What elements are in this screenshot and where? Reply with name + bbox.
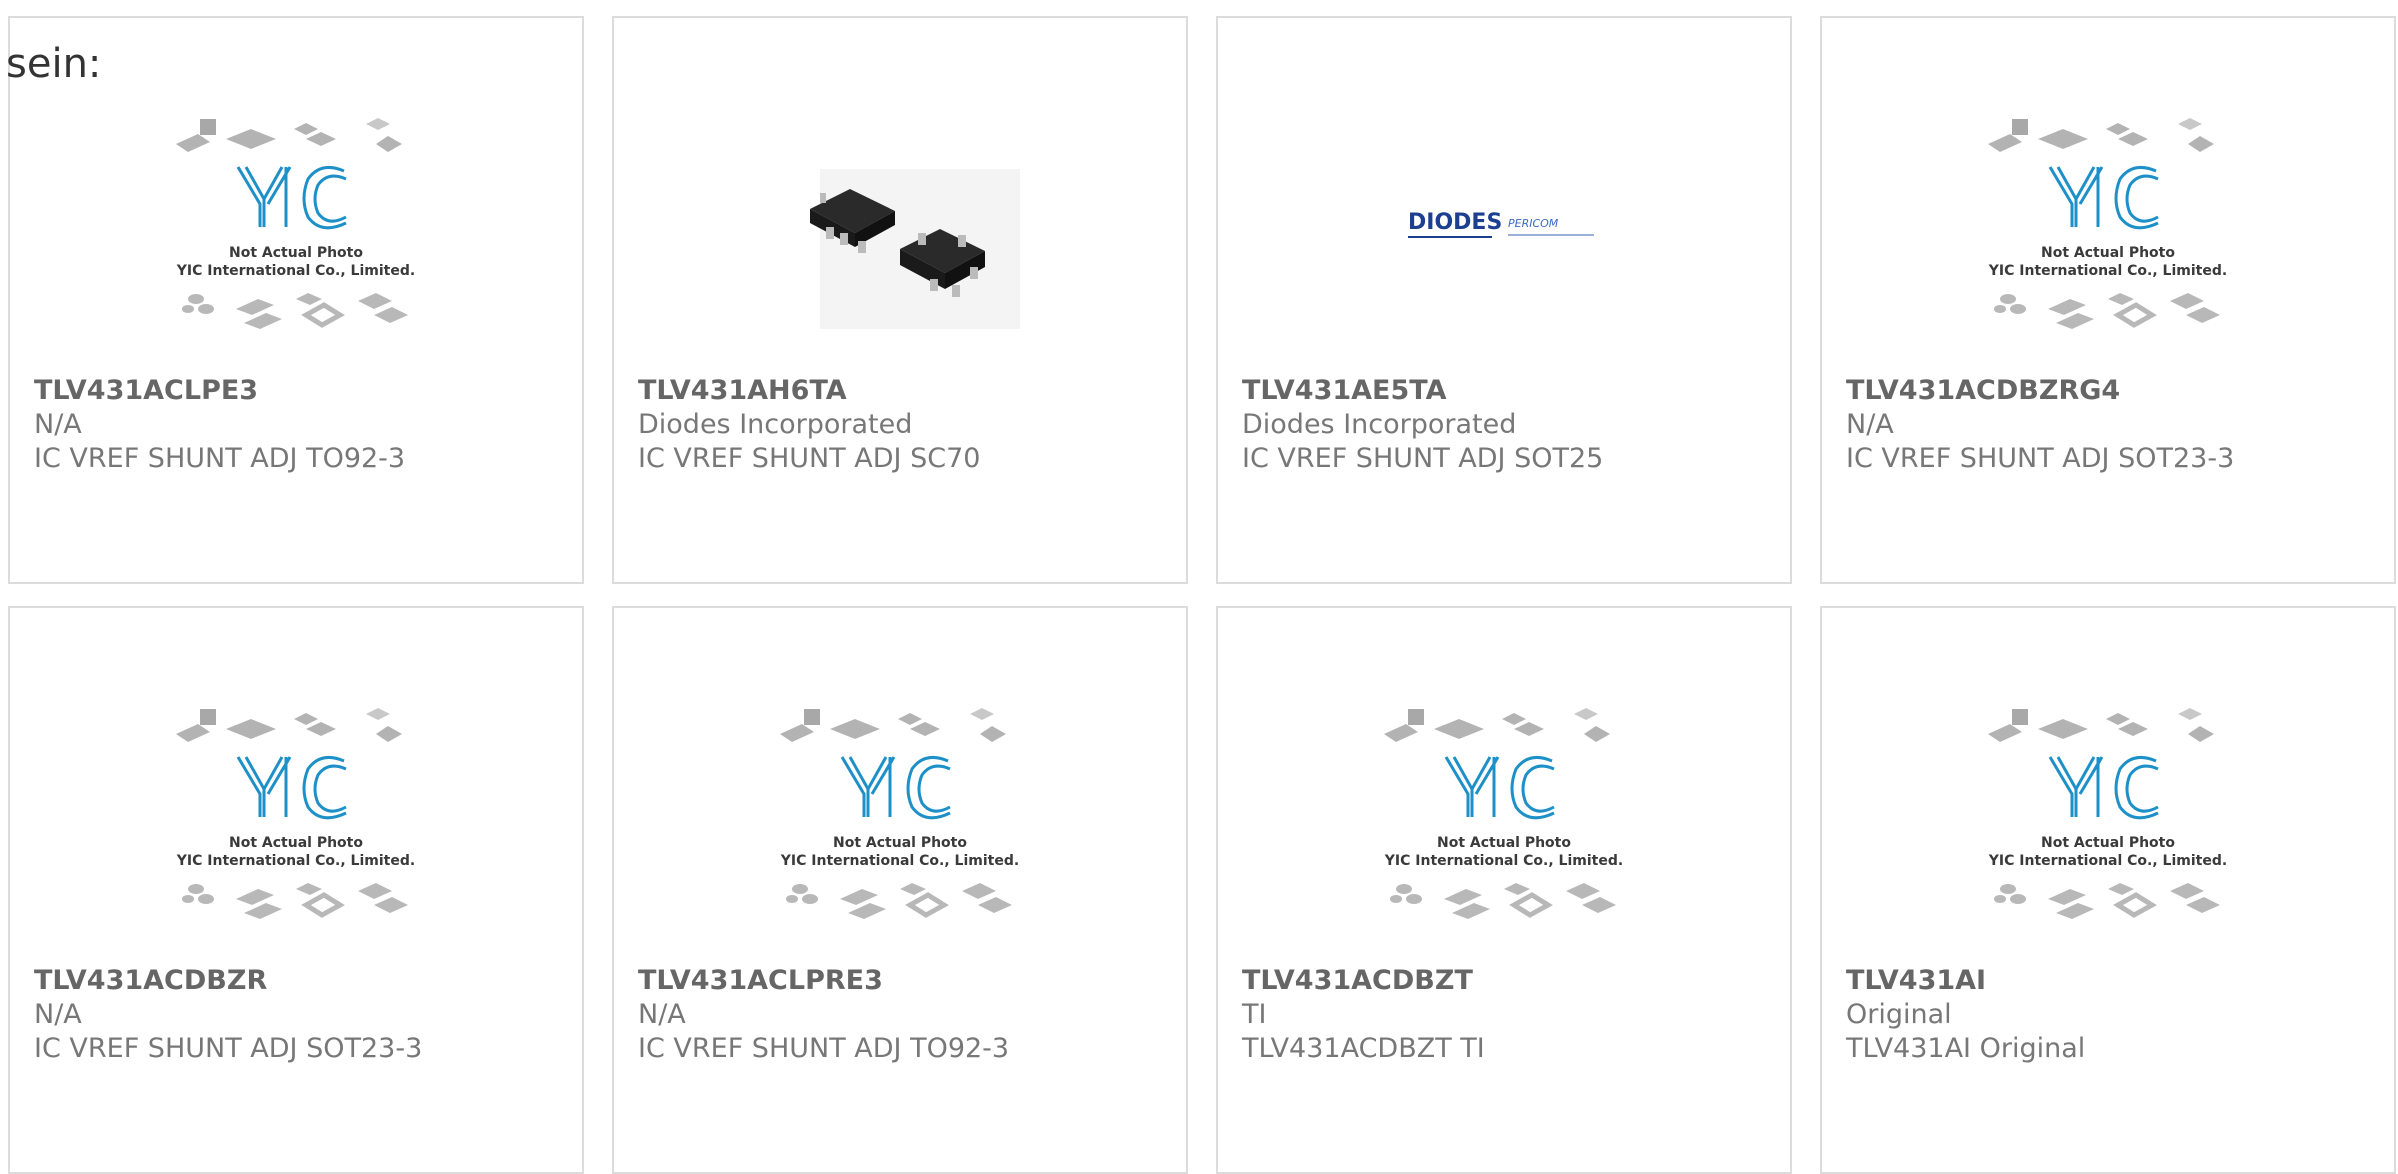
product-image-placeholder[interactable]: Not Actual Photo YIC International Co., …	[1822, 94, 2394, 364]
pericom-logo-text: PERICOM	[1508, 217, 1559, 230]
description-label: IC VREF SHUNT ADJ SOT23-3	[1846, 443, 2235, 474]
product-image-placeholder[interactable]: Not Actual Photo YIC International Co., …	[10, 684, 582, 954]
part-number-link[interactable]: TLV431AH6TA	[638, 374, 1166, 408]
part-number-link[interactable]: TLV431ACDBZR	[34, 964, 562, 998]
placeholder-line2: YIC International Co., Limited.	[176, 853, 415, 869]
product-image-placeholder[interactable]: Not Actual Photo YIC International Co., …	[10, 94, 582, 364]
product-image-placeholder[interactable]: Not Actual Photo YIC International Co., …	[614, 684, 1186, 954]
description-label: TLV431ACDBZT TI	[1242, 1033, 1485, 1064]
product-card[interactable]: Not Actual Photo YIC International Co., …	[1820, 16, 2396, 584]
manufacturer-label: N/A	[638, 999, 686, 1030]
product-card[interactable]: Not Actual Photo YIC International Co., …	[612, 606, 1188, 1174]
manufacturer-label: N/A	[1846, 409, 1894, 440]
product-card[interactable]: TLV431AH6TA Diodes Incorporated IC VREF …	[612, 16, 1188, 584]
manufacturer-label: Original	[1846, 999, 1952, 1030]
manufacturer-label: Diodes Incorporated	[638, 409, 913, 440]
part-number-link[interactable]: TLV431ACLPRE3	[638, 964, 1166, 998]
placeholder-line1: Not Actual Photo	[229, 835, 363, 851]
manufacturer-label: TI	[1242, 999, 1267, 1030]
diodes-logo-text: DIODES	[1408, 210, 1502, 235]
description-label: IC VREF SHUNT ADJ SOT23-3	[34, 1033, 423, 1064]
intro-text: sein:	[6, 41, 102, 87]
product-image-sc70[interactable]	[614, 94, 1186, 364]
placeholder-line1: Not Actual Photo	[833, 835, 967, 851]
manufacturer-label: N/A	[34, 409, 82, 440]
part-number-link[interactable]: TLV431AE5TA	[1242, 374, 1770, 408]
placeholder-line1: Not Actual Photo	[2041, 835, 2175, 851]
product-image-placeholder[interactable]: Not Actual Photo YIC International Co., …	[1218, 684, 1790, 954]
product-card[interactable]: Not Actual Photo YIC International Co., …	[1216, 606, 1792, 1174]
product-grid: Not Actual Photo YIC International Co., …	[0, 0, 2398, 1174]
description-label: IC VREF SHUNT ADJ TO92-3	[34, 443, 406, 474]
product-card[interactable]: Not Actual Photo YIC International Co., …	[1820, 606, 2396, 1174]
manufacturer-label: N/A	[34, 999, 82, 1030]
placeholder-line1: Not Actual Photo	[2041, 245, 2175, 261]
product-card[interactable]: DIODES PERICOM TLV431AE5TA Diodes Incorp…	[1216, 16, 1792, 584]
part-number-link[interactable]: TLV431ACDBZT	[1242, 964, 1770, 998]
product-card[interactable]: Not Actual Photo YIC International Co., …	[8, 16, 584, 584]
product-image-placeholder[interactable]: Not Actual Photo YIC International Co., …	[1822, 684, 2394, 954]
placeholder-line2: YIC International Co., Limited.	[176, 263, 415, 279]
placeholder-line2: YIC International Co., Limited.	[1988, 853, 2227, 869]
description-label: IC VREF SHUNT ADJ TO92-3	[638, 1033, 1010, 1064]
description-label: IC VREF SHUNT ADJ SOT25	[1242, 443, 1604, 474]
product-card[interactable]: Not Actual Photo YIC International Co., …	[8, 606, 584, 1174]
description-label: IC VREF SHUNT ADJ SC70	[638, 443, 981, 474]
placeholder-line2: YIC International Co., Limited.	[1384, 853, 1623, 869]
part-number-link[interactable]: TLV431ACDBZRG4	[1846, 374, 2374, 408]
placeholder-line2: YIC International Co., Limited.	[1988, 263, 2227, 279]
placeholder-line2: YIC International Co., Limited.	[780, 853, 1019, 869]
placeholder-line1: Not Actual Photo	[1437, 835, 1571, 851]
product-image-diodes-logo[interactable]: DIODES PERICOM	[1218, 94, 1790, 364]
manufacturer-label: Diodes Incorporated	[1242, 409, 1517, 440]
description-label: TLV431AI Original	[1846, 1033, 2086, 1064]
placeholder-line1: Not Actual Photo	[229, 245, 363, 261]
part-number-link[interactable]: TLV431ACLPE3	[34, 374, 562, 408]
part-number-link[interactable]: TLV431AI	[1846, 964, 2374, 998]
